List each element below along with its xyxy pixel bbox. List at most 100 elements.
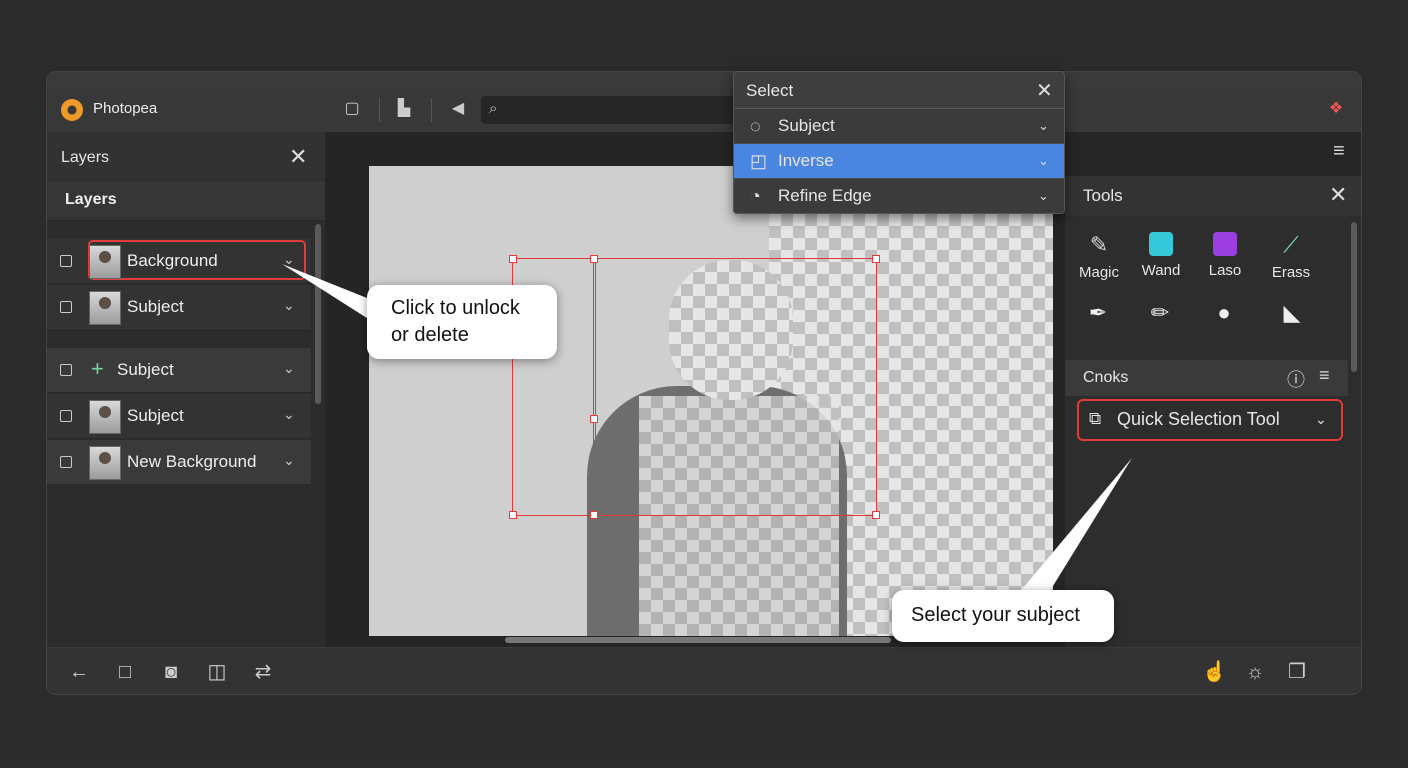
chevron-down-icon: ⌄ — [1315, 411, 1327, 427]
transform-handle[interactable] — [590, 415, 598, 423]
layer-row-background[interactable]: Background ⌄ — [47, 239, 311, 284]
layer-visibility-checkbox[interactable] — [60, 301, 72, 313]
list-menu-icon[interactable]: ≡ — [1319, 365, 1330, 386]
document-canvas[interactable] — [369, 166, 1053, 636]
menu-item-subject[interactable]: ◌ Subject ⌄ — [734, 109, 1064, 144]
camera-icon[interactable]: ◙ — [159, 660, 183, 684]
search-input[interactable] — [511, 99, 735, 123]
selection-box-main[interactable] — [593, 258, 877, 516]
select-menu-title: Select — [746, 81, 794, 100]
callout-select-subject: Select your subject — [892, 590, 1114, 642]
brush-icon: ✎ — [1089, 232, 1109, 257]
select-dropdown-menu: Select ✕ ◌ Subject ⌄ ◰ Inverse ⌄ ◔ Refin… — [733, 71, 1065, 214]
title-bar: Photopea ▢ ▙ ◀ ⌕ ❖ — [47, 88, 1361, 132]
close-icon[interactable]: ✕ — [1329, 182, 1347, 208]
menu-item-refine-edge[interactable]: ◔ Refine Edge ⌄ — [734, 179, 1064, 213]
layers-panel-header: Layers ✕ — [47, 132, 325, 183]
cnoks-panel-header: Cnoks ⓘ ≡ — [1065, 360, 1348, 396]
menu-item-inverse[interactable]: ◰ Inverse ⌄ — [734, 144, 1064, 179]
chevron-down-icon[interactable]: ⌄ — [283, 360, 295, 377]
chevron-down-icon: ⌄ — [1038, 188, 1049, 203]
canvas-horizontal-scrollbar[interactable] — [505, 637, 891, 643]
cursor-icon[interactable]: ◣ — [1277, 298, 1307, 328]
info-icon[interactable]: ⓘ — [1287, 366, 1305, 392]
chevron-down-icon[interactable]: ⌄ — [283, 297, 295, 314]
spinner-icon: ◌ — [750, 116, 761, 136]
tool-erass[interactable]: ⟋ Erass — [1261, 232, 1321, 281]
chevron-down-icon: ⌄ — [1038, 118, 1049, 133]
layer-name: Subject — [127, 297, 184, 316]
search-icon: ⌕ — [489, 100, 498, 117]
toolbar-divider — [431, 98, 432, 122]
layer-visibility-checkbox[interactable] — [60, 410, 72, 422]
extension-icon[interactable]: ❖ — [1325, 98, 1347, 120]
callout-unlock-delete: Click to unlock or delete — [367, 285, 557, 359]
tools-panel-header: Tools ✕ — [1065, 176, 1361, 216]
mask-icon[interactable]: ◫ — [205, 660, 229, 684]
photopea-logo-icon — [61, 99, 83, 121]
pencil-icon[interactable]: ✏ — [1145, 298, 1175, 328]
layer-row-subject-copy[interactable]: Subject ⌄ — [47, 394, 311, 439]
search-box[interactable]: ⌕ — [481, 96, 741, 124]
chevron-down-icon[interactable]: ⌄ — [283, 452, 295, 469]
callout-line1: Click to unlock — [391, 297, 520, 319]
tool-label: Magic — [1078, 264, 1119, 281]
pen-icon[interactable]: ✒ — [1083, 298, 1113, 328]
transform-handle[interactable] — [509, 511, 517, 519]
right-panel: ≡ Tools ✕ ✎ Magic Wand Laso ⟋ Erass ✒ ✏ … — [1065, 132, 1361, 647]
transform-handle[interactable] — [590, 255, 598, 263]
transform-handle[interactable] — [509, 255, 517, 263]
hand-icon[interactable]: ☝ — [1202, 660, 1227, 684]
tool-label: Wand — [1141, 262, 1181, 279]
close-icon[interactable]: ✕ — [289, 144, 307, 170]
bottom-toolbar: ← □ ◙ ◫ ⇄ ☝ ☼ ❐ — [47, 647, 1361, 694]
tool-wand[interactable]: Wand — [1131, 232, 1191, 279]
hamburger-menu-icon[interactable]: ≡ — [1333, 140, 1345, 163]
eraser-icon: ⟋ — [1283, 232, 1299, 257]
new-document-icon[interactable]: ▢ — [341, 98, 363, 120]
right-panel-topbar: ≡ — [1065, 132, 1361, 176]
dropdown-label: Quick Selection Tool — [1117, 409, 1280, 429]
layer-row-new-background[interactable]: New Background ⌄ — [47, 440, 311, 485]
layer-row-subject-new[interactable]: + Subject ⌄ — [47, 348, 311, 393]
link-icon[interactable]: ⇄ — [251, 660, 275, 684]
layer-row-subject[interactable]: Subject ⌄ — [47, 285, 311, 330]
layer-visibility-checkbox[interactable] — [60, 255, 72, 267]
chevron-down-icon[interactable]: ⌄ — [283, 406, 295, 423]
megaphone-icon[interactable]: ◀ — [447, 98, 469, 120]
layers-panel-title: Layers — [61, 149, 110, 166]
cyan-cube-icon — [1149, 232, 1173, 256]
layer-visibility-checkbox[interactable] — [60, 364, 72, 376]
layer-name: New Background — [127, 452, 257, 471]
transform-handle[interactable] — [872, 511, 880, 519]
layer-name: Subject — [127, 406, 184, 425]
layers-scrollbar[interactable] — [315, 224, 321, 404]
chevron-down-icon[interactable]: ⌄ — [283, 251, 295, 268]
app-window: Photopea ▢ ▙ ◀ ⌕ ❖ Layers ✕ Layers Backg… — [46, 71, 1362, 695]
layers-panel: Layers ✕ Layers Background ⌄ Subject ⌄ +… — [47, 132, 325, 647]
right-panel-scrollbar[interactable] — [1351, 222, 1357, 372]
square-icon[interactable]: □ — [113, 660, 137, 684]
layers-subheader-title: Layers — [65, 191, 117, 208]
app-title: Photopea — [93, 100, 158, 117]
close-icon[interactable]: ✕ — [1036, 78, 1053, 103]
transform-handle[interactable] — [872, 255, 880, 263]
callout-text: Select your subject — [911, 604, 1080, 626]
quick-selection-dropdown[interactable]: ⧉ Quick Selection Tool ⌄ — [1077, 399, 1343, 441]
select-menu-header: Select ✕ — [734, 72, 1064, 109]
back-arrow-icon[interactable]: ← — [67, 660, 91, 684]
settings-icon[interactable]: ☼ — [1243, 660, 1267, 684]
tools-panel-title: Tools — [1083, 186, 1123, 205]
duplicate-icon[interactable]: ❐ — [1285, 660, 1309, 684]
transform-handle[interactable] — [590, 511, 598, 519]
tool-laso[interactable]: Laso — [1195, 232, 1255, 279]
layers-tool-icon[interactable]: ▙ — [393, 98, 415, 120]
tool-magic[interactable]: ✎ Magic — [1069, 232, 1129, 281]
chevron-down-icon: ⌄ — [1038, 153, 1049, 168]
blob-icon[interactable]: ● — [1209, 298, 1239, 328]
layer-visibility-checkbox[interactable] — [60, 456, 72, 468]
menu-item-label: Refine Edge — [778, 186, 872, 205]
layer-name: Subject — [117, 360, 174, 379]
toolbar-divider — [379, 98, 380, 122]
layer-name: Background — [127, 251, 218, 270]
